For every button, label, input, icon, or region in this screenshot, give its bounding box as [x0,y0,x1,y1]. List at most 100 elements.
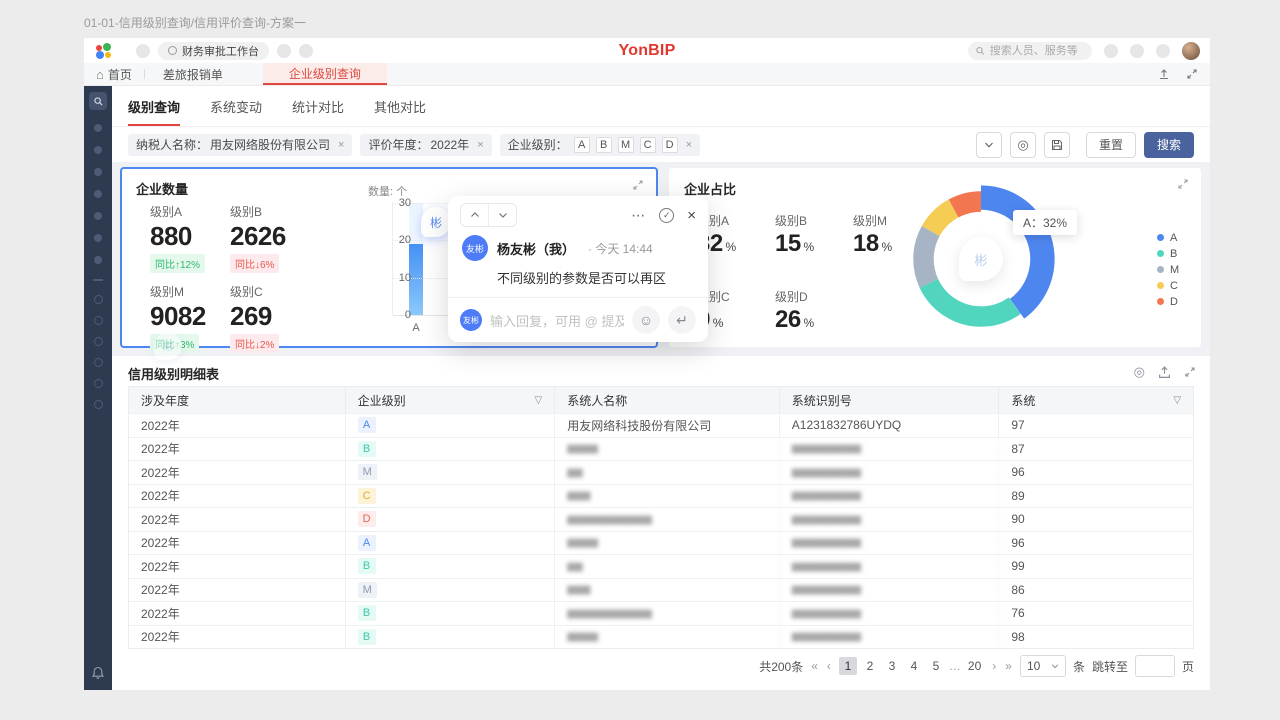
more-actions-icon[interactable]: ⋯ [631,207,646,224]
header-placeholder-icon[interactable] [1130,44,1144,58]
reply-input[interactable]: 输入回复，可用 @ 提及 [490,311,624,330]
global-search-input[interactable] [990,45,1084,57]
rail-item[interactable] [94,400,103,409]
page-tab[interactable]: 系统变动 [210,86,262,126]
page-number-button[interactable]: 3 [883,657,901,675]
collapse-filters-button[interactable] [976,132,1002,158]
rail-item[interactable] [94,168,102,176]
global-search[interactable] [968,42,1092,60]
filter-funnel-icon[interactable]: ▽ [535,395,543,406]
pin-top-icon[interactable] [1158,68,1170,80]
reset-button[interactable]: 重置 [1086,132,1136,158]
remove-chip-icon[interactable]: × [477,139,483,151]
rail-search-button[interactable] [89,92,107,110]
cell-name: ▆▆▆▆ [555,532,780,555]
bell-icon[interactable] [91,666,105,680]
table-row[interactable]: 2022年 B ▆▆▆▆▆▆▆▆▆▆▆ ▆▆▆▆▆▆▆▆▆ 76 [129,601,1193,625]
rail-item[interactable] [94,379,103,388]
column-header[interactable]: 涉及年度 [129,387,346,413]
column-header[interactable]: 系统▽ [999,387,1193,413]
save-icon [1051,139,1063,151]
donut-chart[interactable]: 彬 [903,181,1059,337]
resolve-comment-icon[interactable]: ✓ [659,208,674,223]
send-reply-button[interactable]: ↵ [668,306,696,334]
page-number-button[interactable]: 1 [839,657,857,675]
next-page-button[interactable]: › [991,659,997,673]
rail-item[interactable] [94,337,103,346]
comment-anchor-bubble[interactable]: 彬 [959,237,1003,281]
page-number-button[interactable]: 4 [905,657,923,675]
header-placeholder-icon[interactable] [1104,44,1118,58]
table-row[interactable]: 2022年 B ▆▆▆▆ ▆▆▆▆▆▆▆▆▆ 98 [129,625,1193,649]
user-avatar[interactable] [1182,42,1200,60]
page-tab[interactable]: 统计对比 [292,86,344,126]
header-placeholder-icon[interactable] [136,44,150,58]
column-header[interactable]: 系统识别号 [780,387,1000,413]
column-header[interactable]: 系统人名称 [555,387,780,413]
prev-comment-button[interactable] [461,204,488,226]
jump-page-input[interactable] [1135,655,1175,677]
rail-item[interactable] [94,358,103,367]
app-logo-icon[interactable] [96,43,112,59]
expand-icon[interactable] [1177,178,1189,190]
page-number-button[interactable]: 5 [927,657,945,675]
table-row[interactable]: 2022年 C ▆▆▆ ▆▆▆▆▆▆▆▆▆ 89 [129,484,1193,508]
page-number-button[interactable]: 20 [965,657,984,675]
header-placeholder-icon[interactable] [277,44,291,58]
comment-anchor-bubble[interactable]: 彬 [421,207,451,237]
table-settings-icon[interactable]: ◎ [1134,364,1145,380]
filter-chip[interactable]: 纳税人名称：用友网络股份有限公司× [128,134,352,156]
first-page-button[interactable]: « [810,659,819,673]
page-number-button[interactable]: 2 [861,657,879,675]
rail-item[interactable] [94,295,103,304]
table-row[interactable]: 2022年 M ▆▆▆ ▆▆▆▆▆▆▆▆▆ 86 [129,578,1193,602]
legend-item[interactable]: C [1157,280,1179,291]
table-row[interactable]: 2022年 A 用友网络科技股份有限公司 A1231832786UYDQ 97 [129,413,1193,437]
column-header[interactable]: 企业级别▽ [346,387,556,413]
emoji-button[interactable]: ☺ [632,306,660,334]
prev-page-button[interactable]: ‹ [826,659,832,673]
legend-item[interactable]: B [1157,248,1179,259]
workspace-pill[interactable]: 财务审批工作台 [158,42,269,60]
export-icon[interactable] [1158,366,1171,379]
filter-chip[interactable]: 评价年度：2022年× [360,134,491,156]
rail-item[interactable] [94,124,102,132]
table-row[interactable]: 2022年 A ▆▆▆▆ ▆▆▆▆▆▆▆▆▆ 96 [129,531,1193,555]
level-badge: C [358,488,376,504]
last-page-button[interactable]: » [1004,659,1013,673]
nav-tab-企业级别查询[interactable]: 企业级别查询 [263,63,387,85]
filter-settings-button[interactable]: ◎ [1010,132,1036,158]
comment-anchor-bubble-faded[interactable]: 彬 [154,332,182,360]
rail-item[interactable] [94,212,102,220]
rail-item[interactable] [94,146,102,154]
save-scheme-button[interactable] [1044,132,1070,158]
header-placeholder-icon[interactable] [1156,44,1170,58]
table-row[interactable]: 2022年 M ▆▆ ▆▆▆▆▆▆▆▆▆ 96 [129,460,1193,484]
remove-chip-icon[interactable]: × [338,139,344,151]
search-button[interactable]: 搜索 [1144,132,1194,158]
rail-item[interactable] [94,190,102,198]
rail-item[interactable] [94,234,102,242]
page-tab[interactable]: 其他对比 [374,86,426,126]
remove-chip-icon[interactable]: × [686,139,692,151]
nav-home[interactable]: ⌂ 首页 [84,63,144,85]
company-ratio-card[interactable]: 企业占比 级别A 32 %级别B 15 %级别M 18 %级别C 9 %级别D … [668,167,1202,348]
next-comment-button[interactable] [489,204,516,226]
fullscreen-icon[interactable] [1186,68,1198,80]
page-tab[interactable]: 级别查询 [128,86,180,126]
filter-chip[interactable]: 企业级别：ABMCD× [500,134,700,156]
legend-item[interactable]: D [1157,296,1179,307]
table-row[interactable]: 2022年 B ▆▆ ▆▆▆▆▆▆▆▆▆ 99 [129,554,1193,578]
table-row[interactable]: 2022年 D ▆▆▆▆▆▆▆▆▆▆▆ ▆▆▆▆▆▆▆▆▆ 90 [129,507,1193,531]
page-size-select[interactable]: 10 [1020,655,1066,677]
close-icon[interactable]: × [687,207,696,224]
rail-item[interactable] [94,256,102,264]
table-row[interactable]: 2022年 B ▆▆▆▆ ▆▆▆▆▆▆▆▆▆ 87 [129,437,1193,461]
nav-tab-差旅报销单[interactable]: 差旅报销单 [145,63,241,85]
legend-item[interactable]: M [1157,264,1179,275]
expand-icon[interactable] [1184,366,1196,378]
legend-item[interactable]: A [1157,232,1179,243]
header-placeholder-icon[interactable] [299,44,313,58]
rail-item[interactable] [94,316,103,325]
filter-funnel-icon[interactable]: ▽ [1173,395,1181,406]
